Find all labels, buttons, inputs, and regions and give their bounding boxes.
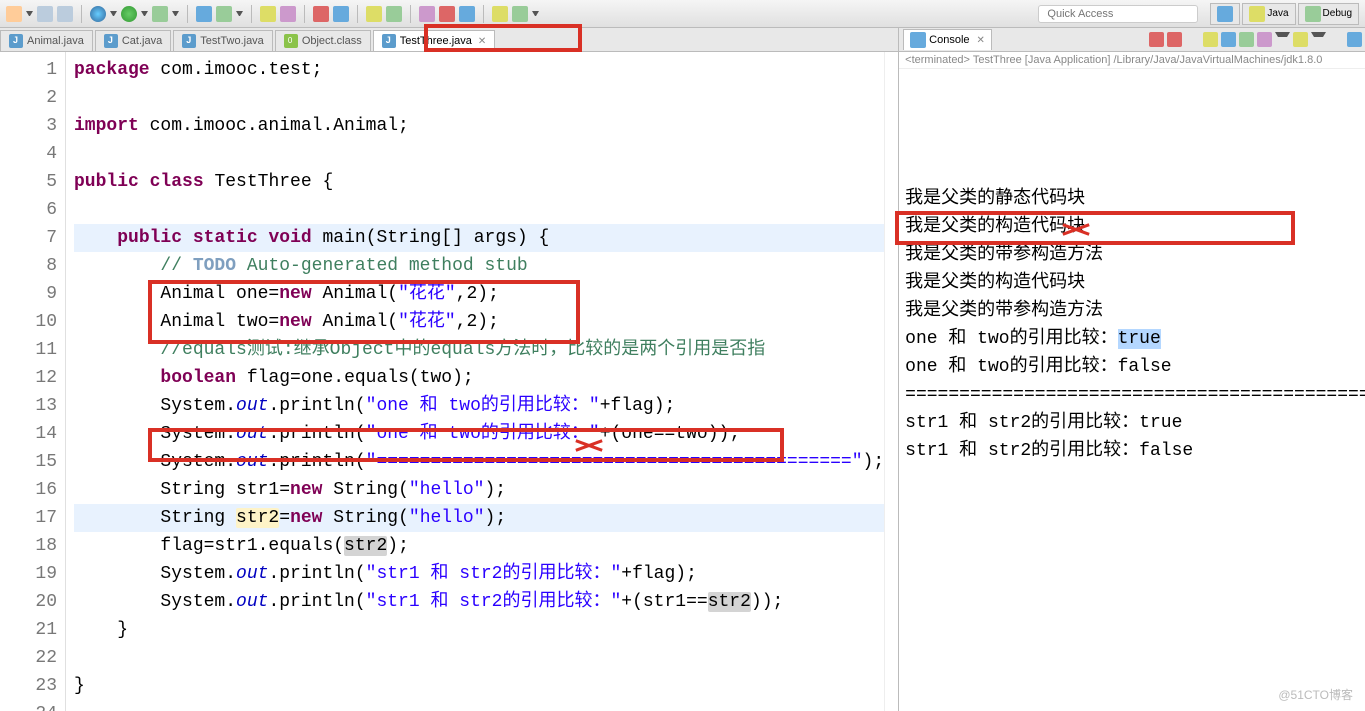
debug-perspective-button[interactable]: Debug [1298, 3, 1359, 25]
pin-console-icon[interactable] [1239, 32, 1254, 47]
annotation-icon[interactable] [419, 6, 435, 22]
dropdown-icon[interactable] [1311, 32, 1326, 47]
java-perspective-button[interactable]: Java [1242, 3, 1295, 25]
tab-label: Object.class [302, 35, 362, 47]
watermark: @51CTO博客 [1278, 686, 1353, 703]
tab-animal[interactable]: Animal.java [0, 30, 93, 51]
code-content[interactable]: package com.imooc.test; import com.imooc… [66, 52, 884, 711]
perspective-switcher: Java Debug [1210, 3, 1359, 25]
console-tab-bar: Console ✕ [899, 28, 1365, 52]
console-header: <terminated> TestThree [Java Application… [899, 52, 1365, 69]
dropdown-icon[interactable] [110, 11, 117, 17]
java-file-icon [104, 34, 118, 48]
tab-cat[interactable]: Cat.java [95, 30, 171, 51]
close-icon[interactable]: ✕ [977, 35, 985, 46]
clear-console-icon[interactable] [1203, 32, 1218, 47]
console-tab[interactable]: Console ✕ [903, 29, 992, 50]
editor-area: Animal.java Cat.java TestTwo.java Object… [0, 28, 899, 711]
step-icon[interactable] [386, 6, 402, 22]
class-file-icon [284, 34, 298, 48]
nav-back-icon[interactable] [492, 6, 508, 22]
annotation-icon[interactable] [439, 6, 455, 22]
step-icon[interactable] [366, 6, 382, 22]
debug-icon[interactable] [90, 6, 106, 22]
line-gutter: 123456789101112131415161718192021222324 [16, 52, 66, 711]
marker-bar [0, 52, 16, 711]
nav-fwd-icon[interactable] [512, 6, 528, 22]
tab-testtwo[interactable]: TestTwo.java [173, 30, 273, 51]
new-package-icon[interactable] [196, 6, 212, 22]
dropdown-icon[interactable] [141, 11, 148, 17]
quick-access-input[interactable] [1038, 5, 1198, 23]
tab-label: TestThree.java [400, 35, 472, 47]
perspective-label: Java [1267, 8, 1288, 19]
toggle-breakpoint-icon[interactable] [313, 6, 329, 22]
perspective-icon [1217, 6, 1233, 22]
code-editor[interactable]: 123456789101112131415161718192021222324 … [0, 52, 898, 711]
console-panel: Console ✕ <terminated> TestThree [Java Ap… [899, 28, 1365, 711]
open-console-icon[interactable] [1293, 32, 1308, 47]
console-tab-label: Console [929, 34, 969, 46]
display-selected-icon[interactable] [1257, 32, 1272, 47]
scroll-lock-icon[interactable] [1221, 32, 1236, 47]
main-toolbar: Java Debug [0, 0, 1365, 28]
console-output[interactable]: 我是父类的静态代码块我是父类的构造代码块我是父类的带参构造方法我是父类的构造代码… [899, 69, 1365, 711]
editor-tabs: Animal.java Cat.java TestTwo.java Object… [0, 28, 898, 52]
dropdown-icon[interactable] [1275, 32, 1290, 47]
new-class-icon[interactable] [216, 6, 232, 22]
terminate-icon[interactable] [1149, 32, 1164, 47]
dropdown-icon[interactable] [26, 11, 33, 17]
tab-label: TestTwo.java [200, 35, 264, 47]
console-toolbar [1149, 32, 1365, 47]
java-file-icon [382, 34, 396, 48]
java-icon [1249, 6, 1265, 22]
save-icon[interactable] [37, 6, 53, 22]
open-type-icon[interactable] [260, 6, 276, 22]
skip-breakpoints-icon[interactable] [333, 6, 349, 22]
java-file-icon [182, 34, 196, 48]
new-icon[interactable] [6, 6, 22, 22]
dropdown-icon[interactable] [172, 11, 179, 17]
console-icon [910, 32, 926, 48]
open-perspective-button[interactable] [1210, 3, 1240, 25]
bug-icon [1305, 6, 1321, 22]
dropdown-icon[interactable] [236, 11, 243, 17]
minimize-icon[interactable] [1347, 32, 1362, 47]
close-icon[interactable]: ✕ [478, 36, 486, 47]
tab-label: Cat.java [122, 35, 162, 47]
remove-all-icon[interactable] [1167, 32, 1182, 47]
run-icon[interactable] [121, 6, 137, 22]
tab-label: Animal.java [27, 35, 84, 47]
annotation-icon[interactable] [459, 6, 475, 22]
coverage-icon[interactable] [152, 6, 168, 22]
java-file-icon [9, 34, 23, 48]
search-icon[interactable] [280, 6, 296, 22]
overview-ruler[interactable] [884, 52, 898, 711]
tab-object[interactable]: Object.class [275, 30, 371, 51]
perspective-label: Debug [1323, 8, 1352, 19]
dropdown-icon[interactable] [532, 11, 539, 17]
save-all-icon[interactable] [57, 6, 73, 22]
tab-testthree[interactable]: TestThree.java ✕ [373, 30, 496, 51]
